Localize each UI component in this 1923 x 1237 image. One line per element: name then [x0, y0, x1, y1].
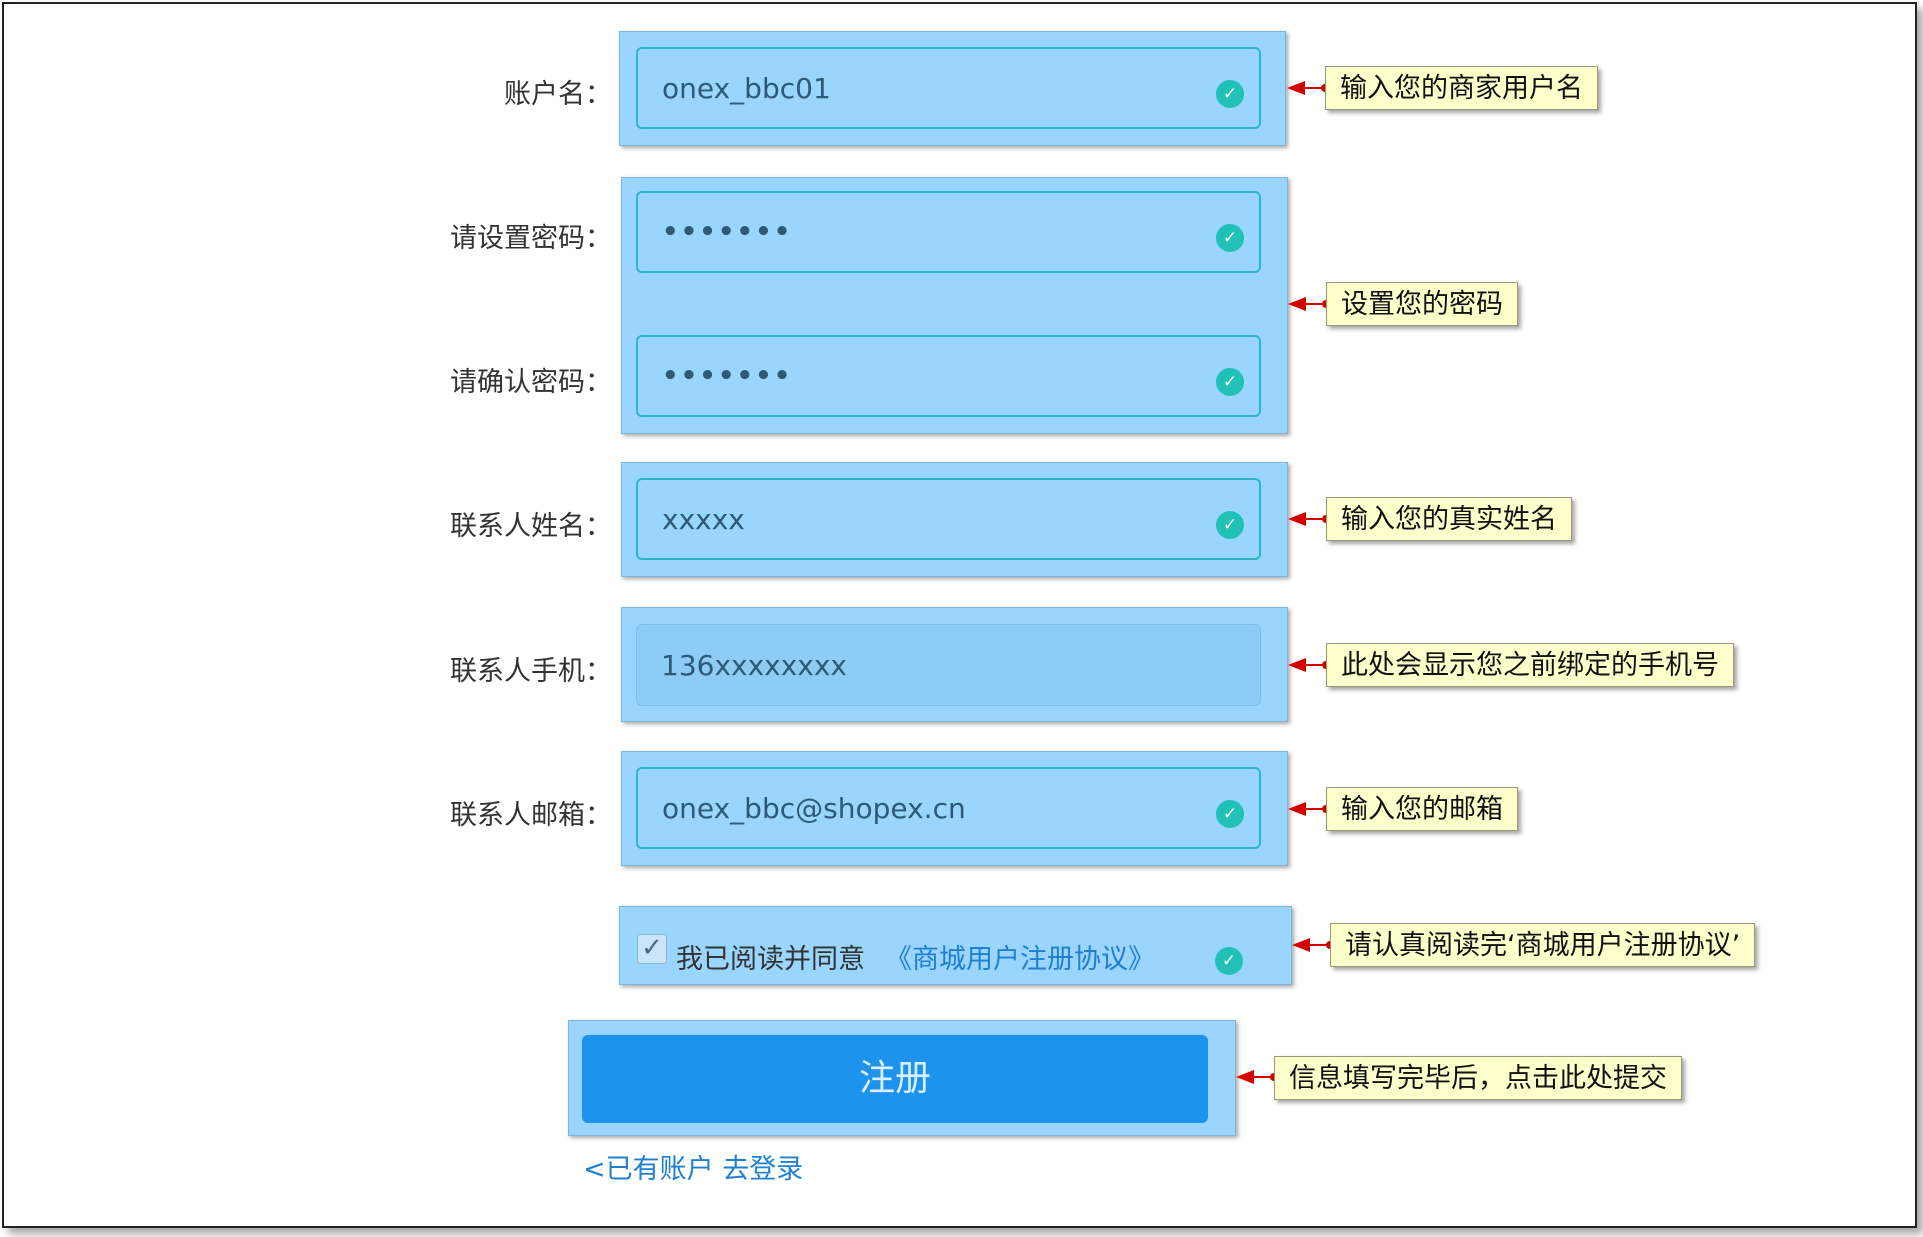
contact-phone-label: 联系人手机：: [450, 656, 612, 687]
callout-submit: 信息填写完毕后，点击此处提交: [1274, 1056, 1682, 1100]
contact-phone-value: 136xxxxxxxx: [661, 648, 848, 682]
contact-phone-input: 136xxxxxxxx: [636, 624, 1261, 706]
callout-arrow: [1288, 297, 1330, 311]
callout-agreement: 请认真阅读完‘商城用户注册协议’: [1330, 923, 1756, 967]
agreement-highlight: ✓ 我已阅读并同意 《商城用户注册协议》 ✓: [619, 906, 1292, 985]
submit-highlight: 注册: [568, 1020, 1236, 1136]
agreement-checkbox[interactable]: ✓: [637, 934, 667, 964]
go-login-link[interactable]: <已有账户 去登录: [583, 1147, 803, 1186]
username-label: 账户名：: [504, 79, 612, 110]
register-button[interactable]: 注册: [582, 1035, 1208, 1123]
callout-email: 输入您的邮箱: [1326, 787, 1518, 831]
callout-arrow: [1236, 1070, 1278, 1084]
contact-email-input[interactable]: onex_bbc@shopex.cn ✓: [636, 767, 1261, 849]
contact-email-label: 联系人邮箱：: [450, 800, 612, 831]
password-value: •••••••: [662, 217, 793, 247]
check-circle-icon: ✓: [1215, 947, 1243, 975]
agreement-link[interactable]: 《商城用户注册协议》: [885, 937, 1155, 976]
contact-name-input[interactable]: xxxxx ✓: [636, 478, 1261, 560]
callout-arrow: [1287, 81, 1329, 95]
check-circle-icon: ✓: [1216, 80, 1244, 108]
password-highlight: ••••••• ✓ ••••••• ✓: [621, 177, 1288, 434]
callout-arrow: [1288, 512, 1330, 526]
contact-phone-highlight: 136xxxxxxxx: [621, 607, 1288, 722]
username-input[interactable]: onex_bbc01 ✓: [636, 47, 1261, 129]
password-input[interactable]: ••••••• ✓: [636, 191, 1261, 273]
callout-username: 输入您的商家用户名: [1325, 66, 1598, 110]
username-highlight: onex_bbc01 ✓: [619, 31, 1286, 146]
contact-name-highlight: xxxxx ✓: [621, 462, 1288, 577]
contact-name-label: 联系人姓名：: [450, 511, 612, 542]
username-value: onex_bbc01: [662, 71, 831, 105]
password-label: 请设置密码：: [450, 223, 612, 254]
agreement-text: 我已阅读并同意: [676, 944, 865, 975]
contact-email-highlight: onex_bbc@shopex.cn ✓: [621, 751, 1288, 866]
check-circle-icon: ✓: [1216, 511, 1244, 539]
check-circle-icon: ✓: [1216, 224, 1244, 252]
check-circle-icon: ✓: [1216, 800, 1244, 828]
callout-name: 输入您的真实姓名: [1326, 497, 1572, 541]
confirm-password-label: 请确认密码：: [450, 367, 612, 398]
callout-arrow: [1292, 938, 1334, 952]
contact-name-value: xxxxx: [662, 502, 745, 536]
callout-phone: 此处会显示您之前绑定的手机号: [1326, 643, 1734, 687]
check-circle-icon: ✓: [1216, 368, 1244, 396]
contact-email-value: onex_bbc@shopex.cn: [662, 791, 966, 825]
callout-password: 设置您的密码: [1326, 282, 1518, 326]
callout-arrow: [1288, 802, 1330, 816]
callout-arrow: [1288, 658, 1330, 672]
confirm-password-value: •••••••: [662, 361, 793, 391]
confirm-password-input[interactable]: ••••••• ✓: [636, 335, 1261, 417]
